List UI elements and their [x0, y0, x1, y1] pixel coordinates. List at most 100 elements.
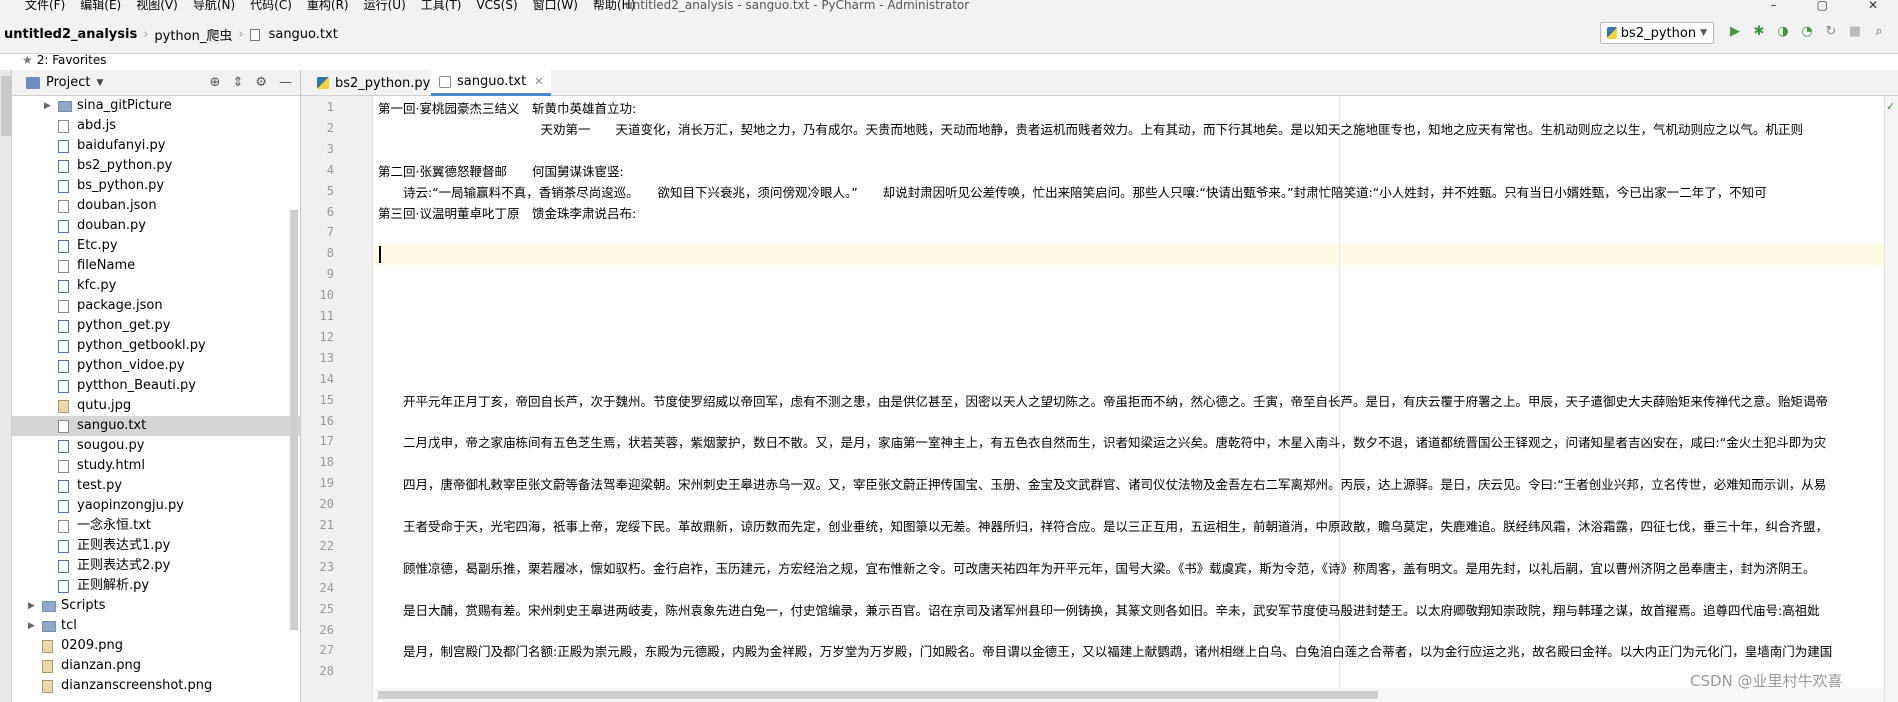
tree-folder[interactable]: ▶ tcl: [12, 616, 300, 636]
collapse-icon[interactable]: ⇕: [232, 75, 243, 90]
tree-file[interactable]: sougou.py: [12, 436, 300, 456]
tree-item-label: 一念永恒.txt: [77, 518, 152, 533]
tree-file[interactable]: 正则表达式2.py: [12, 556, 300, 576]
hide-icon[interactable]: —: [279, 75, 292, 90]
close-icon[interactable]: ✕: [534, 75, 543, 88]
minimize-icon[interactable]: –: [1771, 0, 1777, 11]
folder-icon: [58, 101, 72, 112]
menu-item[interactable]: 重构(R): [307, 0, 349, 11]
tree-item-label: 0209.png: [61, 638, 123, 653]
line-number: 11: [319, 309, 334, 323]
tree-file[interactable]: python_getbookl.py: [12, 336, 300, 356]
tree-file[interactable]: sanguo.txt: [12, 416, 300, 436]
breadcrumb-file[interactable]: sanguo.txt: [269, 27, 338, 42]
code-line[interactable]: 天劝第一 天道变化，消长万汇，契地之力，乃有成尔。天贵而地贱，天动而地静，贵者运…: [378, 119, 1804, 140]
tree-item-label: Scripts: [61, 598, 106, 613]
tree-file[interactable]: python_get.py: [12, 316, 300, 336]
tree-file[interactable]: kfc.py: [12, 276, 300, 296]
editor-horizontal-scrollbar[interactable]: [374, 688, 1884, 702]
menu-item[interactable]: 文件(F): [25, 0, 65, 11]
tree-file[interactable]: study.html: [12, 456, 300, 476]
code-line[interactable]: 王者受命于天，光宅四海，祗事上帝，宠绥下民。革故鼎新，谅历数而先定，创业垂统，知…: [378, 516, 1828, 537]
tree-file[interactable]: bs_python.py: [12, 176, 300, 196]
tree-file[interactable]: qutu.jpg: [12, 396, 300, 416]
tree-file[interactable]: 正则表达式1.py: [12, 536, 300, 556]
editor-content[interactable]: 第一回·宴桃园豪杰三结义 斩黄巾英雄首立功: 天劝第一 天道变化，消长万汇，契地…: [374, 96, 1884, 702]
tree-file[interactable]: douban.json: [12, 196, 300, 216]
tree-file[interactable]: python_vidoe.py: [12, 356, 300, 376]
breadcrumb-project[interactable]: untitled2_analysis: [4, 27, 137, 42]
text-file-icon: [58, 120, 69, 133]
tree-file[interactable]: Etc.py: [12, 236, 300, 256]
code-line[interactable]: 第一回·宴桃园豪杰三结义 斩黄巾英雄首立功:: [378, 98, 636, 119]
menu-item[interactable]: 窗口(W): [533, 0, 578, 11]
code-line[interactable]: 第二回·张翼德怒鞭督邮 何国舅谋诛宦竖:: [378, 161, 624, 182]
python-file-icon: [58, 480, 69, 493]
menu-item[interactable]: 视图(V): [136, 0, 178, 11]
menu-item[interactable]: 编辑(E): [80, 0, 121, 11]
code-line[interactable]: 是月，制宫殿门及都门名额:正殿为崇元殿，东殿为元德殿，内殿为金祥殿，万岁堂为万岁…: [378, 641, 1832, 662]
search-icon[interactable]: ⌕: [1872, 25, 1886, 39]
menu-item[interactable]: 导航(N): [193, 0, 235, 11]
tree-file[interactable]: 0209.png: [12, 636, 300, 656]
menu-item[interactable]: VCS(S): [476, 0, 517, 11]
chevron-right-icon[interactable]: ▶: [44, 96, 51, 116]
stop-icon[interactable]: ■: [1848, 25, 1862, 39]
line-number: 17: [319, 434, 334, 449]
project-panel-title[interactable]: Project: [46, 75, 90, 90]
python-file-icon: [58, 560, 69, 573]
profile-icon[interactable]: ◔: [1800, 25, 1814, 39]
rerun-icon[interactable]: ↻: [1824, 25, 1838, 39]
tree-file[interactable]: 一念永恒.txt: [12, 516, 300, 536]
maximize-icon[interactable]: ▢: [1817, 0, 1828, 11]
tree-folder[interactable]: ▶ Scripts: [12, 596, 300, 616]
error-stripe[interactable]: ✓: [1884, 96, 1898, 702]
tree-file[interactable]: abd.js: [12, 116, 300, 136]
locate-icon[interactable]: ⊕: [210, 75, 221, 90]
breadcrumb-folder[interactable]: python_爬虫: [154, 25, 232, 44]
code-line[interactable]: 四月，唐帝御札敕宰臣张文蔚等备法驾奉迎梁朝。宋州刺史王皋进赤乌一双。又，宰臣张文…: [378, 474, 1826, 495]
tree-file[interactable]: pytthon_Beauti.py: [12, 376, 300, 396]
tree-folder[interactable]: ▶ sina_gitPicture: [12, 96, 300, 116]
project-tree: ▶ sina_gitPicture abd.js baidufanyi.py bs2_p…: [12, 96, 300, 702]
chevron-right-icon[interactable]: ▶: [28, 616, 35, 636]
menu-item[interactable]: 代码(C): [250, 0, 292, 11]
tree-file[interactable]: dianzanscreenshot.png: [12, 676, 300, 696]
tree-file[interactable]: baidufanyi.py: [12, 136, 300, 156]
run-icon[interactable]: ▶: [1728, 25, 1742, 39]
project-tool-button[interactable]: [1, 76, 11, 136]
menu-items: 文件(F) 编辑(E) 视图(V) 导航(N) 代码(C) 重构(R) 运行(U) 工具(T)…: [25, 0, 635, 11]
code-line[interactable]: 第三回·议温明董卓叱丁原 馈金珠李肃说吕布:: [378, 203, 636, 224]
tree-file[interactable]: yaopinzongju.py: [12, 496, 300, 516]
run-config-select[interactable]: bs2_python ▼: [1600, 22, 1714, 44]
tree-file[interactable]: package.json: [12, 296, 300, 316]
menu-item[interactable]: 运行(U): [364, 0, 406, 11]
python-file-icon: [58, 440, 69, 453]
line-number: 19: [319, 476, 334, 491]
tree-file[interactable]: fileName: [12, 256, 300, 276]
gear-icon[interactable]: ⚙: [255, 75, 267, 90]
scrollbar-thumb[interactable]: [378, 691, 1378, 699]
tab-sanguo[interactable]: sanguo.txt ✕: [431, 70, 552, 96]
chevron-right-icon[interactable]: ▶: [28, 596, 35, 616]
tree-file[interactable]: dianzan.png: [12, 656, 300, 676]
line-number: 13: [319, 350, 334, 365]
debug-icon[interactable]: ✱: [1752, 25, 1766, 39]
tree-file[interactable]: douban.py: [12, 216, 300, 236]
line-number: 21: [319, 518, 334, 532]
tree-file[interactable]: bs2_python.py: [12, 156, 300, 176]
favorites-tab[interactable]: ★ 2: Favorites: [22, 53, 106, 67]
code-line[interactable]: 二月戊申，帝之家庙栋间有五色芝生焉，状若芙蓉，紫烟蒙护，数日不散。又，是月，家庙…: [378, 432, 1826, 453]
menu-item[interactable]: 工具(T): [421, 0, 462, 11]
code-line[interactable]: 诗云:“一局输赢料不真，香销茶尽尚逡巡。 欲知目下兴衰兆，须问傍观冷眼人。” 却…: [378, 182, 1767, 203]
close-icon[interactable]: ✕: [1868, 0, 1878, 11]
chevron-down-icon[interactable]: ▼: [96, 78, 103, 88]
coverage-icon[interactable]: ◑: [1776, 25, 1790, 39]
code-line[interactable]: 顾惟凉德，曷副乐推，栗若履冰，懔如驭朽。金行启祚，玉历建元，方宏经治之规，宜布惟…: [378, 558, 1816, 579]
python-file-icon: [58, 140, 69, 153]
python-file-icon: [58, 580, 69, 593]
code-line[interactable]: 是日大酺，赏赐有差。宋州刺史王皋进两岐麦，陈州袁象先进白兔一，付史馆编录，兼示百…: [378, 600, 1820, 621]
tree-file[interactable]: test.py: [12, 476, 300, 496]
tree-file[interactable]: 正则解析.py: [12, 576, 300, 596]
code-line[interactable]: 开平元年正月丁亥，帝回自长芦，次于魏州。节度使罗绍威以帝回军，虑有不测之患，由是…: [378, 391, 1828, 412]
